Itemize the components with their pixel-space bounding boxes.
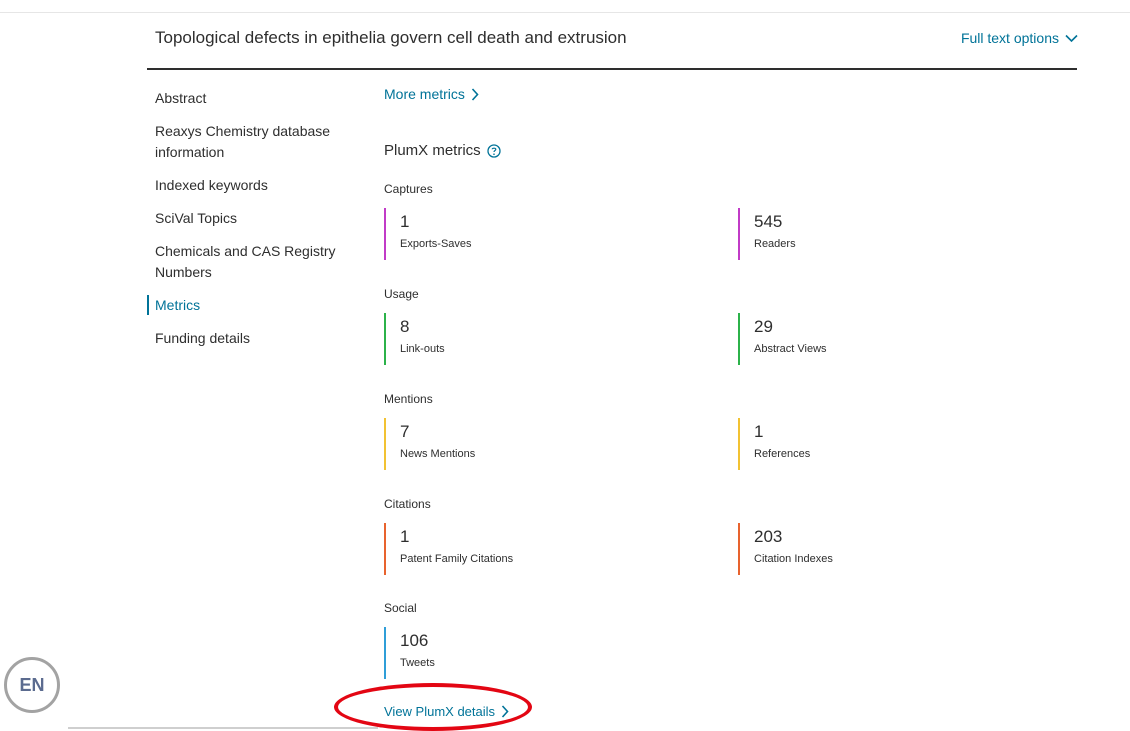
metric-label: Tweets: [400, 657, 435, 669]
metric-news-mentions: 7 News Mentions: [384, 418, 475, 470]
metric-color-bar: [384, 313, 386, 365]
metric-color-bar: [738, 418, 740, 470]
metric-value: 545: [754, 212, 783, 231]
sidebar-item-reaxys[interactable]: Reaxys Chemistry database information: [147, 115, 357, 169]
language-badge[interactable]: EN: [4, 657, 60, 713]
metric-tweets: 106 Tweets: [384, 627, 435, 679]
metric-color-bar: [384, 418, 386, 470]
metric-color-bar: [738, 208, 740, 260]
sidebar-item-indexed-keywords[interactable]: Indexed keywords: [147, 169, 357, 202]
full-text-options-button[interactable]: Full text options: [961, 30, 1078, 46]
metric-abstract-views: 29 Abstract Views: [738, 313, 827, 365]
metric-color-bar: [738, 523, 740, 575]
metric-color-bar: [384, 523, 386, 575]
metric-value: 1: [754, 422, 764, 441]
metric-label: Readers: [754, 238, 796, 250]
top-divider: [0, 12, 1130, 13]
metric-value: 1: [400, 212, 410, 231]
more-metrics-label: More metrics: [384, 86, 465, 102]
metric-color-bar: [384, 627, 386, 679]
category-label-captures: Captures: [384, 182, 433, 196]
plumx-metrics-title: PlumX metrics: [384, 142, 481, 159]
category-label-usage: Usage: [384, 287, 419, 301]
view-plumx-details-label: View PlumX details: [384, 704, 496, 719]
metric-label: News Mentions: [400, 448, 476, 460]
sidebar-item-metrics[interactable]: Metrics: [147, 289, 357, 322]
metric-readers: 545 Readers: [738, 208, 796, 260]
metric-label: Patent Family Citations: [400, 553, 514, 565]
metric-label: References: [754, 448, 811, 460]
plumx-metrics-heading: PlumX metrics: [384, 142, 501, 159]
category-label-citations: Citations: [384, 497, 431, 511]
metric-label: Citation Indexes: [754, 553, 833, 565]
metric-patent-family-citations: 1 Patent Family Citations: [384, 523, 513, 575]
help-icon[interactable]: [487, 143, 501, 158]
page-title: Topological defects in epithelia govern …: [155, 28, 627, 47]
full-text-options-label: Full text options: [960, 30, 1059, 46]
metric-value: 7: [400, 422, 410, 441]
metric-label: Exports-Saves: [400, 238, 472, 250]
category-label-mentions: Mentions: [384, 392, 433, 406]
sidebar-item-abstract[interactable]: Abstract: [147, 82, 357, 115]
metric-citation-indexes: 203 Citation Indexes: [738, 523, 833, 575]
metric-exports-saves: 1 Exports-Saves: [384, 208, 472, 260]
metric-value: 203: [754, 527, 783, 546]
metric-color-bar: [738, 313, 740, 365]
chevron-down-icon: [1065, 34, 1078, 42]
view-plumx-details-link[interactable]: View PlumX details: [384, 704, 509, 719]
chevron-right-icon: [501, 705, 509, 718]
metric-value: 29: [754, 317, 773, 336]
metric-value: 106: [400, 631, 429, 650]
metric-color-bar: [384, 208, 386, 260]
sidebar-item-scival-topics[interactable]: SciVal Topics: [147, 202, 357, 235]
metric-link-outs: 8 Link-outs: [384, 313, 445, 365]
metric-value: 8: [400, 317, 410, 336]
chevron-right-icon: [471, 87, 479, 101]
metric-label: Abstract Views: [754, 343, 827, 355]
metric-references: 1 References: [738, 418, 810, 470]
sidebar-item-chemicals-cas[interactable]: Chemicals and CAS Registry Numbers: [147, 235, 357, 289]
metric-label: Link-outs: [400, 343, 445, 355]
category-label-social: Social: [384, 601, 417, 615]
document-sidebar-nav: Abstract Reaxys Chemistry database infor…: [147, 82, 357, 355]
sidebar-item-funding-details[interactable]: Funding details: [147, 322, 357, 355]
more-metrics-link[interactable]: More metrics: [384, 86, 479, 102]
title-divider: [147, 68, 1077, 70]
metric-value: 1: [400, 527, 410, 546]
